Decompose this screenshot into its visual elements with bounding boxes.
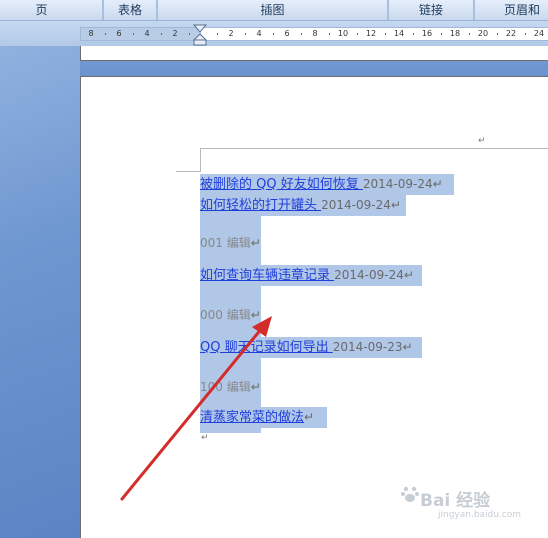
- article-link[interactable]: 如何轻松的打开罐头: [200, 198, 321, 213]
- paragraph-mark: ↵: [250, 308, 261, 322]
- ruler-tick: [161, 33, 162, 35]
- ruler-tick: [189, 33, 190, 35]
- list-item[interactable]: QQ 聊天记录如何导出 2014-09-23↵: [200, 337, 422, 358]
- ruler-label: 18: [449, 29, 461, 38]
- ruler-label: 22: [505, 29, 517, 38]
- ruler-label: 2: [172, 29, 178, 38]
- header-boundary: [200, 148, 548, 149]
- list-item[interactable]: 被删除的 QQ 好友如何恢复 2014-09-24↵: [200, 174, 454, 195]
- ruler-label: 8: [88, 29, 94, 38]
- list-item[interactable]: 如何查询车辆违章记录 2014-09-24↵: [200, 265, 422, 286]
- watermark: Bai 经验 jingyan.baidu.com: [400, 476, 540, 526]
- article-date: 2014-09-24: [321, 198, 391, 212]
- ruler-tick: [245, 33, 246, 35]
- ruler-label: 12: [365, 29, 377, 38]
- article-date: 2014-09-24: [362, 177, 433, 191]
- paragraph-mark: ↵: [402, 340, 413, 354]
- ribbon-group-label: 页: [35, 3, 48, 17]
- ruler-label: 10: [337, 29, 349, 38]
- ruler-tick: [525, 33, 526, 35]
- paragraph-mark: ↵: [478, 136, 486, 146]
- horizontal-ruler[interactable]: 8 6 4 2 2 4 6 8 10 12 14 16 18 20 22 24: [80, 27, 548, 41]
- ruler-tick: [133, 33, 134, 35]
- paragraph-mark: ↵: [403, 268, 414, 282]
- indent-marker-icon[interactable]: [193, 24, 207, 46]
- edit-meta: 001 编辑: [200, 236, 251, 250]
- article-date: 2014-09-23: [332, 340, 403, 354]
- article-link[interactable]: 被删除的 QQ 好友如何恢复: [200, 177, 363, 192]
- list-item[interactable]: 清蒸家常菜的做法↵: [200, 407, 327, 428]
- previous-page-bottom: [80, 46, 548, 61]
- list-item: 100 编辑↵: [200, 377, 261, 398]
- article-link[interactable]: 清蒸家常菜的做法: [200, 410, 304, 425]
- edit-meta: 100 编辑: [200, 380, 251, 394]
- ruler-label: 4: [256, 29, 262, 38]
- ribbon-group-label: 页眉和: [503, 3, 540, 17]
- ruler-label: 6: [116, 29, 122, 38]
- ruler-label: 8: [312, 29, 318, 38]
- ribbon-group-tables[interactable]: 表格: [103, 0, 157, 20]
- ruler-label: 16: [421, 29, 433, 38]
- article-link[interactable]: 如何查询车辆违章记录: [200, 268, 334, 283]
- paragraph-mark: ↵: [390, 198, 401, 212]
- ruler-tick: [329, 33, 330, 35]
- ruler-label: 24: [533, 29, 545, 38]
- margin-corner-mark: [176, 171, 200, 172]
- paragraph-mark: ↵: [250, 236, 261, 250]
- list-item[interactable]: 如何轻松的打开罐头 2014-09-24↵: [200, 195, 406, 216]
- paragraph-mark: ↵: [432, 177, 443, 191]
- ribbon-group-label: 插图: [260, 3, 285, 17]
- paragraph-mark: ↵: [304, 410, 315, 424]
- ribbon-group-header-footer[interactable]: 页眉和: [474, 0, 548, 20]
- watermark-url: jingyan.baidu.com: [438, 510, 522, 520]
- watermark-name: Bai 经验: [420, 491, 491, 511]
- ruler-tick: [441, 33, 442, 35]
- ribbon-group-illustrations[interactable]: 插图: [157, 0, 388, 20]
- ruler-tick: [217, 33, 218, 35]
- ruler-label: 14: [393, 29, 405, 38]
- header-boundary-tick: [200, 148, 201, 172]
- article-date: 2014-09-24: [334, 268, 404, 282]
- edit-meta: 000 编辑: [200, 308, 251, 322]
- workspace-background: [0, 46, 80, 538]
- ribbon-group-label: 表格: [117, 3, 142, 17]
- ruler-tick: [301, 33, 302, 35]
- paragraph-mark: ↵: [201, 433, 209, 443]
- ruler-tick: [385, 33, 386, 35]
- ruler-tick: [469, 33, 470, 35]
- paw-logo-icon: [401, 486, 419, 502]
- ruler-label: 2: [228, 29, 234, 38]
- ribbon-group-links[interactable]: 链接: [388, 0, 474, 20]
- ruler-label: 20: [477, 29, 489, 38]
- ruler-label: 4: [144, 29, 150, 38]
- article-link[interactable]: QQ 聊天记录如何导出: [200, 340, 333, 355]
- ruler-tick: [273, 33, 274, 35]
- ribbon-group-pages[interactable]: 页: [0, 0, 103, 20]
- ruler-tick: [105, 33, 106, 35]
- ruler-tick: [413, 33, 414, 35]
- paragraph-mark: ↵: [250, 380, 261, 394]
- ruler-label: 6: [284, 29, 290, 38]
- ruler-tick: [497, 33, 498, 35]
- list-item: 000 编辑↵: [200, 305, 261, 326]
- ruler-tick: [357, 33, 358, 35]
- ribbon-group-label: 链接: [418, 3, 443, 17]
- ribbon: 页 表格 插图 链接 页眉和: [0, 0, 548, 21]
- list-item: 001 编辑↵: [200, 233, 261, 254]
